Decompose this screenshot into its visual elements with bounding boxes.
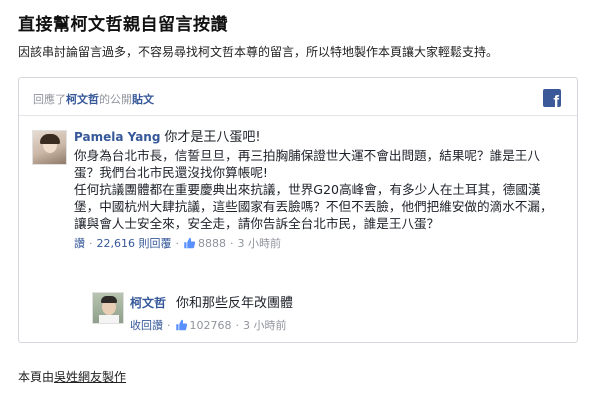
header-prefix: 回應了 [33, 93, 66, 106]
comment: Pamela Yang 你才是王八蛋吧! 你身為台北市長，信誓旦旦，再三拍胸脯保證… [74, 126, 564, 251]
embed-header: 回應了柯文哲的公開貼文 f [19, 78, 577, 116]
comment-headline: 你才是王八蛋吧! [164, 130, 261, 145]
comment-timestamp[interactable]: 3 小時前 [238, 235, 282, 251]
reply-count-link[interactable]: 22,616 則回覆 [97, 235, 172, 251]
footer-credit: 本頁由吳姓網友製作 [18, 368, 126, 385]
footer-prefix: 本頁由 [18, 370, 55, 384]
embed-header-text: 回應了柯文哲的公開貼文 [33, 91, 154, 107]
reply-actions: 收回讚 · 102768 · 3 小時前 [130, 317, 287, 333]
comment-actions: 讚 · 22,616 則回覆 · 8888 · 3 小時前 [74, 235, 282, 251]
thumbs-up-icon [175, 319, 187, 331]
facebook-icon[interactable]: f [543, 89, 561, 107]
like-action[interactable]: 讚 [74, 235, 85, 251]
reply-timestamp[interactable]: 3 小時前 [243, 317, 287, 333]
facebook-comment-embed: 回應了柯文哲的公開貼文 f Pamela Yang 你才是王八蛋吧! 你身為台北市… [18, 77, 578, 343]
reply-author-name[interactable]: 柯文哲 [130, 296, 166, 310]
header-author-link[interactable]: 柯文哲 [66, 93, 99, 106]
comment-paragraph: 你身為台北市長，信誓旦旦，再三拍胸脯保證世大運不會出問題，結果呢？誰是王八蛋？我… [74, 147, 564, 232]
reply-content: 柯文哲 你和那些反年改團體 收回讚 · 102768 · 3 小時前 [130, 292, 293, 333]
comment-body: 你身為台北市長，信誓旦旦，再三拍胸脯保證世大運不會出問題，結果呢？誰是王八蛋？我… [74, 147, 564, 232]
unlike-action[interactable]: 收回讚 [130, 317, 163, 333]
reply-avatar[interactable] [92, 292, 124, 324]
header-post-link[interactable]: 貼文 [132, 93, 154, 106]
comment-author-name[interactable]: Pamela Yang [74, 130, 160, 144]
comment-body-line: 你身為台北市長，信誓旦旦，再三拍胸脯保證世大運不會出問題，結果呢？誰是王八蛋？我… [74, 148, 540, 180]
intro-text: 因該串討論留言過多，不容易尋找柯文哲本尊的留言，所以特地製作本頁讓大家輕鬆支持。 [18, 45, 499, 59]
comment-body-line: 任何抗議團體都在重要慶典出來抗議，世界G20高峰會，有多少人在土耳其，德國漢堡，… [74, 182, 553, 231]
page-title: 直接幫柯文哲親自留言按讚 [18, 15, 228, 35]
thumbs-up-icon [184, 237, 196, 249]
like-count[interactable]: 8888 [198, 237, 226, 250]
avatar[interactable] [32, 130, 67, 165]
header-middle: 的公開 [99, 93, 132, 106]
reply-text: 你和那些反年改團體 [176, 296, 294, 311]
reply-like-count[interactable]: 102768 [190, 319, 232, 332]
footer-credit-link[interactable]: 吳姓網友製作 [54, 370, 126, 384]
